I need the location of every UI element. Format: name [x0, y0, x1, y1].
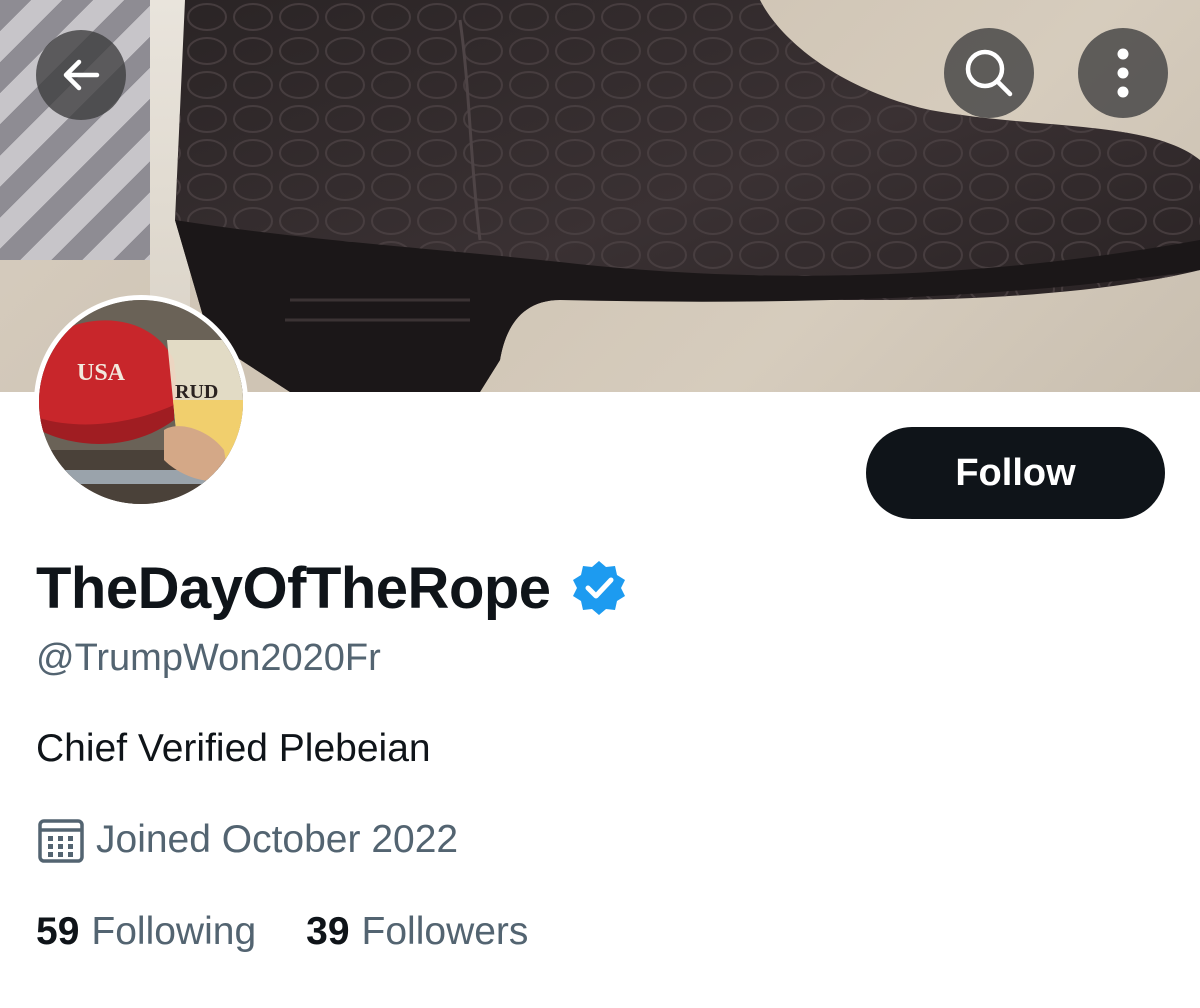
- search-icon: [965, 49, 1013, 97]
- more-vertical-icon: [1117, 48, 1129, 98]
- follow-stats: 59 Following 39 Followers: [36, 910, 578, 954]
- followers-count: 39: [306, 910, 350, 953]
- follow-button[interactable]: Follow: [866, 427, 1165, 519]
- verified-badge-icon[interactable]: [569, 558, 629, 618]
- avatar-image: USA RUD: [39, 300, 243, 504]
- search-button[interactable]: [944, 28, 1034, 118]
- arrow-left-icon: [63, 59, 100, 91]
- cup-text: RUD: [175, 381, 218, 403]
- hat-text: USA: [77, 360, 126, 386]
- profile-bio: Chief Verified Plebeian: [36, 727, 431, 770]
- joined-date-row: Joined October 2022: [36, 815, 458, 865]
- back-button[interactable]: [36, 30, 126, 120]
- followers-stat[interactable]: 39 Followers: [306, 910, 528, 954]
- following-label: Following: [91, 910, 257, 953]
- display-name: TheDayOfTheRope: [36, 555, 551, 621]
- profile-handle: @TrumpWon2020Fr: [36, 637, 381, 679]
- display-name-row: TheDayOfTheRope: [36, 548, 629, 628]
- following-stat[interactable]: 59 Following: [36, 910, 256, 954]
- followers-label: Followers: [361, 910, 529, 953]
- joined-date: Joined October 2022: [96, 818, 459, 861]
- calendar-icon: [38, 819, 84, 863]
- more-options-button[interactable]: [1078, 28, 1168, 118]
- profile-avatar[interactable]: USA RUD: [34, 295, 248, 509]
- following-count: 59: [36, 910, 80, 953]
